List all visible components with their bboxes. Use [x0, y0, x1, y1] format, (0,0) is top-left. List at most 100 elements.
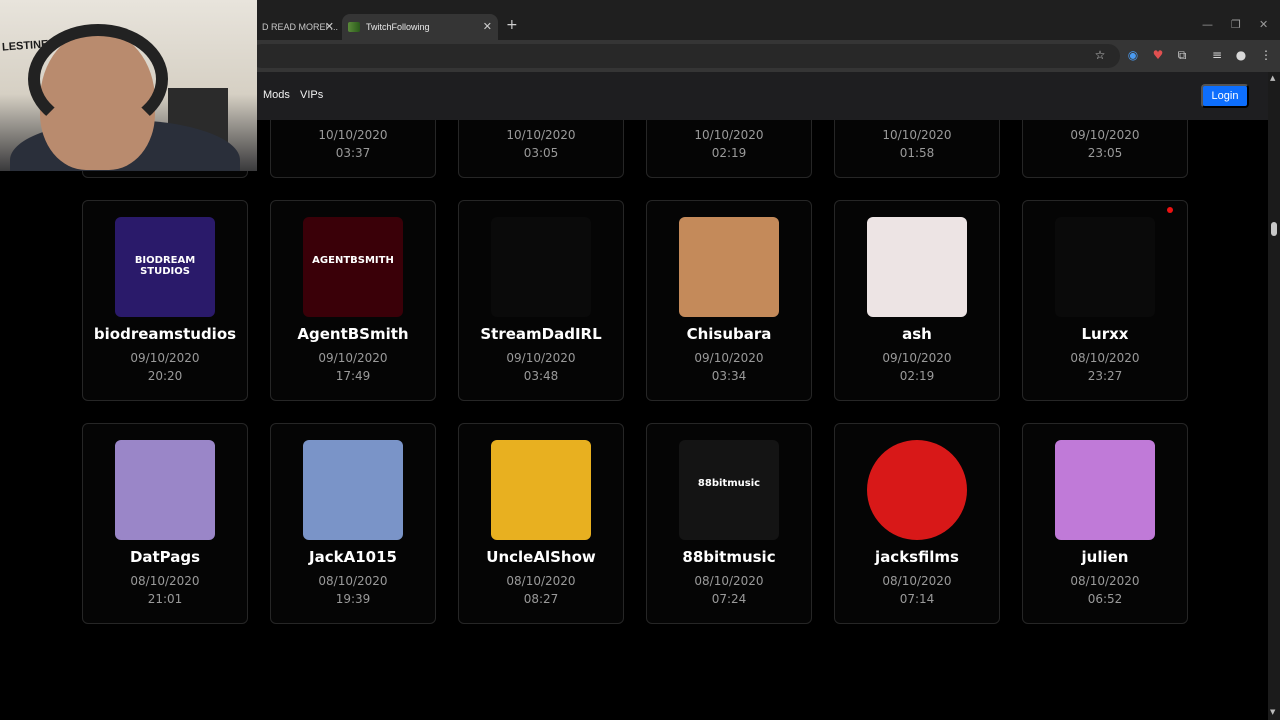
- follow-time: 03:34: [711, 369, 747, 383]
- channel-card[interactable]: Chisubara 09/10/2020 03:34: [646, 200, 812, 401]
- channel-avatar[interactable]: BIODREAM STUDIOS: [115, 217, 215, 317]
- follow-time: 23:05: [1087, 146, 1123, 160]
- follow-time: 02:19: [711, 146, 747, 160]
- minimize-icon[interactable]: —: [1202, 18, 1213, 31]
- channel-card[interactable]: StreamDadIRL 09/10/2020 03:48: [458, 200, 624, 401]
- channel-card[interactable]: AGENTBSMITH AgentBSmith 09/10/2020 17:49: [270, 200, 436, 401]
- channel-card[interactable]: julien 08/10/2020 06:52: [1022, 423, 1188, 624]
- channel-name[interactable]: Chisubara: [687, 325, 772, 343]
- channel-name[interactable]: ash: [902, 325, 932, 343]
- tab-title: TwitchFollowing: [366, 22, 430, 32]
- menu-kebab-icon[interactable]: ⋮: [1258, 47, 1274, 63]
- follow-date: 08/10/2020: [882, 574, 952, 588]
- follow-date: 09/10/2020: [318, 351, 388, 365]
- channel-avatar[interactable]: AGENTBSMITH: [303, 217, 403, 317]
- close-tab-icon[interactable]: ✕: [483, 20, 492, 33]
- channel-card[interactable]: itemEQUIPPED09/10/202023:05: [1022, 120, 1188, 178]
- follow-date: 10/10/2020: [506, 128, 576, 142]
- bookmark-star-icon[interactable]: ☆: [1092, 47, 1108, 63]
- profile-avatar-icon[interactable]: ●: [1233, 47, 1249, 63]
- channel-name[interactable]: jacksfilms: [875, 548, 959, 566]
- scroll-down-arrow-icon[interactable]: ▼: [1270, 708, 1275, 716]
- follow-time: 23:27: [1087, 369, 1123, 383]
- tab-twitch-following[interactable]: TwitchFollowing ✕: [342, 14, 498, 40]
- follow-time: 19:39: [335, 592, 371, 606]
- page-scrollbar[interactable]: ▲ ▼: [1268, 72, 1280, 720]
- follow-time: 06:52: [1087, 592, 1123, 606]
- tab-readme[interactable]: D READ MORE! ... ✕: [258, 14, 340, 40]
- follow-date: 09/10/2020: [694, 351, 764, 365]
- channel-name[interactable]: Lurxx: [1082, 325, 1129, 343]
- follow-date: 08/10/2020: [1070, 574, 1140, 588]
- follow-date: 10/10/2020: [318, 128, 388, 142]
- avatar-logo-text: AGENTBSMITH: [312, 255, 394, 266]
- channel-card[interactable]: Lurxx 08/10/2020 23:27: [1022, 200, 1188, 401]
- channel-card[interactable]: csasmita10/10/202003:05: [458, 120, 624, 178]
- follow-time: 17:49: [335, 369, 371, 383]
- extension-shield-icon[interactable]: ♥: [1150, 47, 1166, 63]
- extension-audio-icon[interactable]: ◉: [1125, 47, 1141, 63]
- channel-name[interactable]: AgentBSmith: [297, 325, 408, 343]
- channel-card[interactable]: DeadwingDork10/10/202001:58: [834, 120, 1000, 178]
- scroll-thumb[interactable]: [1271, 222, 1277, 236]
- channel-avatar[interactable]: [867, 440, 967, 540]
- channel-name[interactable]: biodreamstudios: [94, 325, 236, 343]
- channel-avatar[interactable]: 88bitmusic: [679, 440, 779, 540]
- follow-date: 08/10/2020: [130, 574, 200, 588]
- follow-time: 07:14: [899, 592, 935, 606]
- follow-date: 08/10/2020: [1070, 351, 1140, 365]
- follow-date: 08/10/2020: [506, 574, 576, 588]
- following-list: Deebeegeek10/10/202004:14TobiFox21410/10…: [0, 120, 1268, 720]
- close-window-icon[interactable]: ✕: [1259, 18, 1268, 31]
- channel-card[interactable]: CZR_Drums10/10/202002:19: [646, 120, 812, 178]
- live-indicator: [1167, 207, 1173, 213]
- headset: [28, 24, 168, 134]
- channel-grid: Deebeegeek10/10/202004:14TobiFox21410/10…: [82, 120, 1190, 624]
- channel-card[interactable]: DatPags 08/10/2020 21:01: [82, 423, 248, 624]
- channel-card[interactable]: ash 09/10/2020 02:19: [834, 200, 1000, 401]
- follow-date: 09/10/2020: [130, 351, 200, 365]
- follow-date: 10/10/2020: [882, 128, 952, 142]
- channel-name[interactable]: julien: [1082, 548, 1129, 566]
- channel-card[interactable]: 88bitmusic 88bitmusic 08/10/2020 07:24: [646, 423, 812, 624]
- avatar-logo-text: BIODREAM STUDIOS: [134, 255, 196, 277]
- follow-date: 08/10/2020: [694, 574, 764, 588]
- channel-avatar[interactable]: [1055, 217, 1155, 317]
- channel-card[interactable]: UncleAlShow 08/10/2020 08:27: [458, 423, 624, 624]
- channel-card[interactable]: JackA1015 08/10/2020 19:39: [270, 423, 436, 624]
- follow-time: 01:58: [899, 146, 935, 160]
- channel-card[interactable]: TobiFox21410/10/202003:37: [270, 120, 436, 178]
- close-tab-icon[interactable]: ✕: [325, 20, 334, 33]
- channel-avatar[interactable]: [491, 217, 591, 317]
- channel-avatar[interactable]: [679, 217, 779, 317]
- webcam-overlay: LESTINE: [0, 0, 257, 171]
- extensions-puzzle-icon[interactable]: ⧉: [1174, 47, 1190, 63]
- new-tab-icon[interactable]: +: [506, 17, 518, 33]
- follow-time: 21:01: [147, 592, 183, 606]
- follow-time: 03:05: [523, 146, 559, 160]
- channel-card[interactable]: jacksfilms 08/10/2020 07:14: [834, 423, 1000, 624]
- nav-vips[interactable]: VIPs: [300, 89, 323, 101]
- address-bar[interactable]: [250, 44, 1120, 68]
- restore-icon[interactable]: ❐: [1231, 18, 1241, 31]
- follow-date: 10/10/2020: [694, 128, 764, 142]
- follow-date: 08/10/2020: [318, 574, 388, 588]
- channel-avatar[interactable]: [491, 440, 591, 540]
- channel-name[interactable]: StreamDadIRL: [480, 325, 601, 343]
- channel-name[interactable]: UncleAlShow: [486, 548, 595, 566]
- scroll-up-arrow-icon[interactable]: ▲: [1270, 74, 1275, 82]
- channel-avatar[interactable]: [115, 440, 215, 540]
- channel-name[interactable]: 88bitmusic: [682, 548, 775, 566]
- channel-name[interactable]: JackA1015: [309, 548, 397, 566]
- login-button[interactable]: Login: [1201, 84, 1249, 108]
- nav-mods[interactable]: Mods: [263, 89, 290, 101]
- follow-time: 20:20: [147, 369, 183, 383]
- channel-avatar[interactable]: [1055, 440, 1155, 540]
- channel-name[interactable]: DatPags: [130, 548, 200, 566]
- channel-card[interactable]: BIODREAM STUDIOS biodreamstudios 09/10/202…: [82, 200, 248, 401]
- favicon-icon: [348, 22, 360, 32]
- media-controls-icon[interactable]: ≡: [1209, 47, 1225, 63]
- channel-avatar[interactable]: [303, 440, 403, 540]
- screen: D READ MORE! ... ✕ TwitchFollowing ✕ + —…: [0, 0, 1280, 720]
- channel-avatar[interactable]: [867, 217, 967, 317]
